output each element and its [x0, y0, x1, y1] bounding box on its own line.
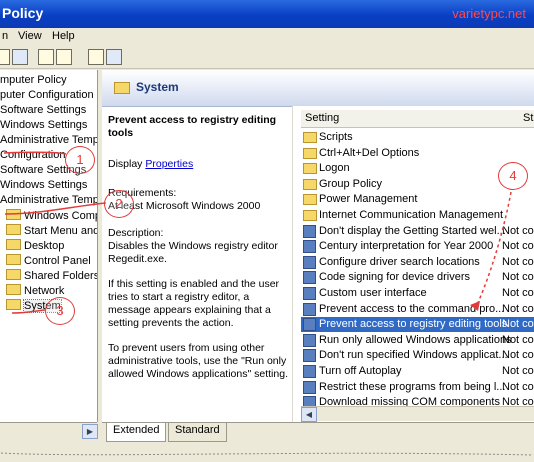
callout-3-pointer	[11, 309, 46, 314]
callout-3: 3	[45, 297, 75, 325]
arrow-head-icon	[470, 301, 480, 311]
callout-1-underline	[4, 202, 107, 215]
callout-2: 2	[104, 190, 134, 218]
callout-1: 1	[65, 146, 95, 174]
torn-edge	[0, 452, 534, 456]
callout-4: 4	[498, 162, 528, 190]
callout-4-arrow	[475, 191, 512, 308]
callout-1-pointer	[3, 151, 67, 155]
annotation-overlay	[0, 151, 534, 456]
